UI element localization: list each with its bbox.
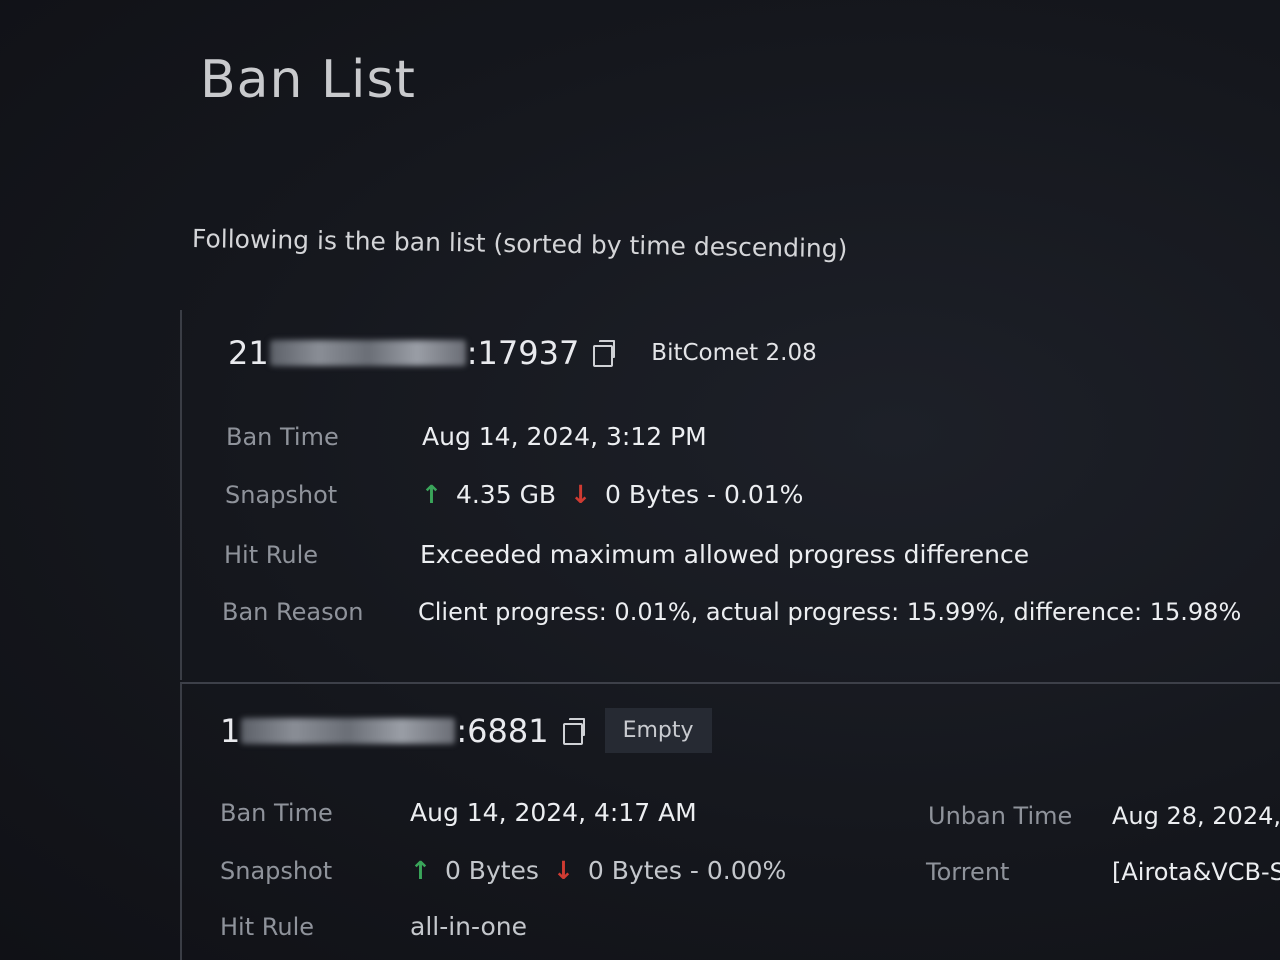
arrow-down-icon: ↓ (552, 856, 574, 885)
snapshot-value: ↑ 0 Bytes ↓ 0 Bytes - 0.00% (410, 856, 786, 885)
copy-icon[interactable] (562, 717, 585, 745)
peer-address: 1 :6881 (220, 712, 549, 750)
snapshot-uploaded: 4.35 GB (455, 480, 557, 509)
ban-time-row: Ban Time Aug 14, 2024, 4:17 AM (220, 798, 697, 827)
ban-reason-label: Ban Reason (222, 598, 364, 626)
hit-rule-label: Hit Rule (220, 912, 314, 941)
unban-time-label: Unban Time (928, 802, 1073, 830)
ban-entry-header: 21 :17937 BitComet 2.08 (228, 334, 817, 372)
ban-time-label: Ban Time (226, 422, 339, 451)
hit-rule-label: Hit Rule (224, 540, 318, 569)
ban-entry: 21 :17937 BitComet 2.08 Ban Time Aug 14,… (180, 310, 1280, 680)
snapshot-downloaded: 0 Bytes - 0.00% (587, 856, 787, 885)
hit-rule-value: Exceeded maximum allowed progress differ… (420, 540, 1030, 569)
ban-entry-header: 1 :6881 Empty (220, 708, 712, 753)
peer-address: 21 :17937 (228, 334, 579, 372)
redacted-ip-mask (241, 717, 456, 744)
hit-rule-row: Hit Rule Exceeded maximum allowed progre… (224, 540, 1029, 569)
arrow-down-icon: ↓ (570, 480, 592, 509)
page-title: Ban List (200, 50, 416, 110)
snapshot-row: Snapshot ↑ 0 Bytes ↓ 0 Bytes - 0.00% (220, 856, 786, 885)
unban-time-value: Aug 28, 2024, 4 (1112, 802, 1280, 830)
peer-address-port: :6881 (456, 711, 549, 750)
page-subtitle: Following is the ban list (sorted by tim… (191, 224, 848, 264)
arrow-up-icon: ↑ (410, 856, 431, 885)
torrent-label: Torrent (926, 858, 1010, 886)
snapshot-downloaded: 0 Bytes - 0.01% (605, 480, 804, 509)
ban-reason-value: Client progress: 0.01%, actual progress:… (418, 598, 1242, 626)
ban-time-value: Aug 14, 2024, 4:17 AM (410, 798, 697, 827)
snapshot-uploaded: 0 Bytes (444, 856, 539, 885)
peer-address-prefix: 1 (220, 711, 241, 750)
ban-time-label: Ban Time (220, 798, 333, 827)
ban-entry: 1 :6881 Empty Ban Time Aug 14, 2024, 4:1… (180, 682, 1280, 960)
snapshot-label: Snapshot (220, 856, 333, 885)
redacted-ip-mask (269, 340, 466, 366)
unban-time-row: Unban Time Aug 28, 2024, 4 (928, 802, 1280, 830)
hit-rule-value: all-in-one (410, 912, 528, 941)
arrow-up-icon: ↑ (421, 480, 442, 509)
ban-time-value: Aug 14, 2024, 3:12 PM (422, 422, 707, 451)
snapshot-value: ↑ 4.35 GB ↓ 0 Bytes - 0.01% (421, 480, 803, 509)
client-name: Empty (604, 708, 712, 753)
copy-icon[interactable] (593, 340, 616, 367)
peer-address-port: :17937 (466, 334, 580, 372)
peer-address-prefix: 21 (228, 334, 269, 372)
snapshot-label: Snapshot (225, 480, 338, 509)
torrent-value[interactable]: [Airota&VCB-S (1112, 858, 1280, 886)
snapshot-row: Snapshot ↑ 4.35 GB ↓ 0 Bytes - 0.01% (225, 480, 803, 509)
ban-reason-row: Ban Reason Client progress: 0.01%, actua… (222, 598, 1241, 626)
hit-rule-row: Hit Rule all-in-one (220, 912, 527, 941)
torrent-row: Torrent [Airota&VCB-S (926, 858, 1280, 886)
ban-time-row: Ban Time Aug 14, 2024, 3:12 PM (226, 422, 707, 451)
client-name: BitComet 2.08 (651, 340, 817, 366)
